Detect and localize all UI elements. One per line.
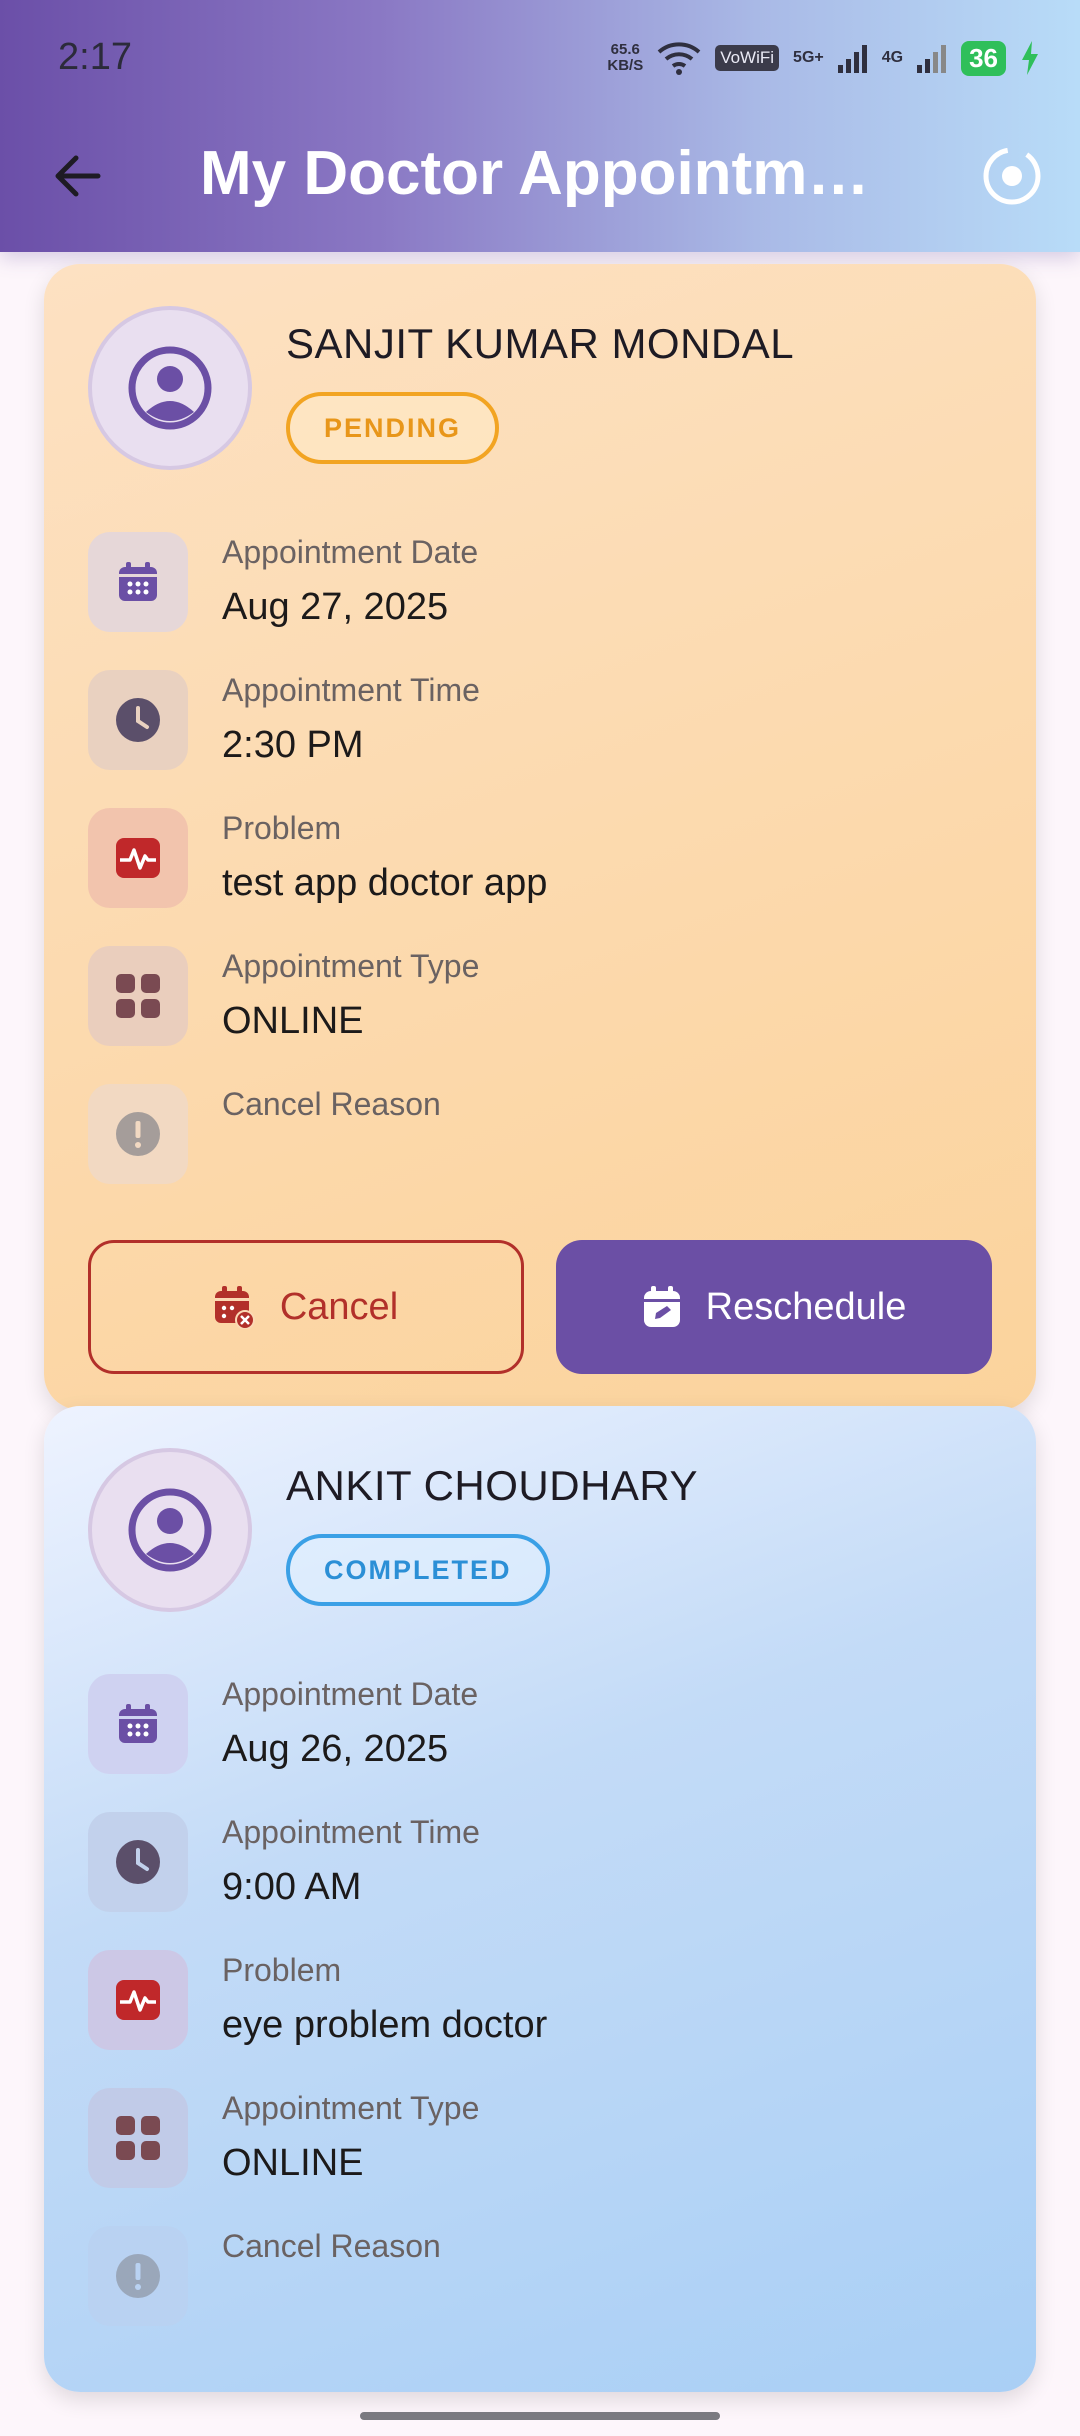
field-icon-box — [88, 2088, 188, 2188]
field-value: Aug 27, 2025 — [222, 586, 449, 628]
field-label: Appointment Type — [222, 948, 480, 984]
grid-icon — [116, 2116, 160, 2160]
info-icon — [116, 1112, 160, 1156]
sim1-network-label: 5G+ — [793, 49, 824, 66]
cancel-button[interactable]: Cancel — [88, 1240, 524, 1374]
field-label: Problem — [222, 1952, 342, 1988]
clock-icon — [116, 1840, 160, 1884]
refresh-icon — [983, 147, 1041, 205]
charging-icon — [1022, 41, 1038, 75]
field-icon-box — [88, 2226, 188, 2326]
field-label: Appointment Time — [222, 672, 480, 708]
problem-row: Problem eye problem doctor — [88, 1950, 988, 2050]
avatar — [88, 306, 252, 470]
vowifi-badge: VoWiFi — [715, 45, 780, 71]
field-label: Appointment Type — [222, 2090, 480, 2126]
heart-monitor-icon — [116, 838, 160, 878]
appointment-date-row: Appointment Date Aug 27, 2025 — [88, 532, 988, 632]
calendar-cancel-icon — [214, 1286, 255, 1329]
appointment-time-row: Appointment Time 2:30 PM — [88, 670, 988, 770]
net-speed: 65.6 KB/S — [607, 41, 644, 74]
patient-name: SANJIT KUMAR MONDAL — [286, 320, 795, 367]
appointment-date-row: Appointment Date Aug 26, 2025 — [88, 1674, 988, 1774]
info-icon — [116, 2254, 160, 2298]
field-label: Cancel Reason — [222, 2228, 441, 2264]
wifi-icon — [657, 42, 701, 75]
field-value: eye problem doctor — [222, 2004, 548, 2046]
appointment-type-row: Appointment Type ONLINE — [88, 2088, 988, 2188]
field-value: test app doctor app — [222, 862, 548, 904]
patient-name: ANKIT CHOUDHARY — [286, 1462, 699, 1509]
field-label: Appointment Date — [222, 534, 479, 570]
battery-indicator: 36 — [961, 40, 1006, 76]
field-icon-box — [88, 1084, 188, 1184]
refresh-button[interactable] — [980, 144, 1044, 208]
sim2-network-label: 4G — [881, 49, 904, 66]
field-icon-box — [88, 670, 188, 770]
field-icon-box — [88, 532, 188, 632]
field-label: Cancel Reason — [222, 1086, 441, 1122]
appointment-card: ANKIT CHOUDHARY COMPLETED Appointment Da… — [44, 1406, 1036, 2392]
appointment-time-row: Appointment Time 9:00 AM — [88, 1812, 988, 1912]
avatar — [88, 1448, 252, 1612]
field-value: ONLINE — [222, 2142, 364, 2184]
user-avatar-icon — [128, 346, 212, 430]
field-icon-box — [88, 808, 188, 908]
status-icons: 65.6 KB/S VoWiFi 5G+ 4G 36 — [607, 36, 1040, 80]
reschedule-button-label: Reschedule — [705, 1285, 907, 1328]
status-badge: PENDING — [286, 392, 500, 464]
cancel-reason-row: Cancel Reason — [88, 1084, 988, 1184]
field-icon-box — [88, 1812, 188, 1912]
page-title: My Doctor Appointme… — [200, 139, 900, 208]
cancel-reason-row: Cancel Reason — [88, 2226, 988, 2326]
field-label: Appointment Time — [222, 1814, 480, 1850]
appointment-card: SANJIT KUMAR MONDAL PENDING Appointment … — [44, 264, 1036, 1410]
signal-icon-2 — [917, 45, 947, 73]
app-bar: 2:17 65.6 KB/S VoWiFi 5G+ 4G 36 My Docto… — [0, 0, 1080, 252]
calendar-icon — [119, 562, 157, 601]
back-button[interactable] — [50, 148, 106, 204]
field-value: Aug 26, 2025 — [222, 1728, 449, 1770]
status-time: 2:17 — [58, 36, 132, 78]
field-value: ONLINE — [222, 1000, 364, 1042]
clock-icon — [116, 698, 160, 742]
field-value: 2:30 PM — [222, 724, 364, 766]
field-icon-box — [88, 1950, 188, 2050]
reschedule-button[interactable]: Reschedule — [556, 1240, 992, 1374]
home-indicator[interactable] — [360, 2412, 720, 2420]
cancel-button-label: Cancel — [279, 1285, 399, 1328]
appointment-type-row: Appointment Type ONLINE — [88, 946, 988, 1046]
arrow-left-icon — [55, 155, 101, 197]
signal-icon — [837, 45, 867, 73]
field-icon-box — [88, 1674, 188, 1774]
status-badge: COMPLETED — [286, 1534, 550, 1606]
problem-row: Problem test app doctor app — [88, 808, 988, 908]
user-avatar-icon — [128, 1488, 212, 1572]
field-icon-box — [88, 946, 188, 1046]
heart-monitor-icon — [116, 1980, 160, 2020]
grid-icon — [116, 974, 160, 1018]
calendar-icon — [119, 1704, 157, 1743]
field-label: Problem — [222, 810, 342, 846]
field-value: 9:00 AM — [222, 1866, 362, 1908]
field-label: Appointment Date — [222, 1676, 479, 1712]
calendar-edit-icon — [643, 1286, 680, 1327]
